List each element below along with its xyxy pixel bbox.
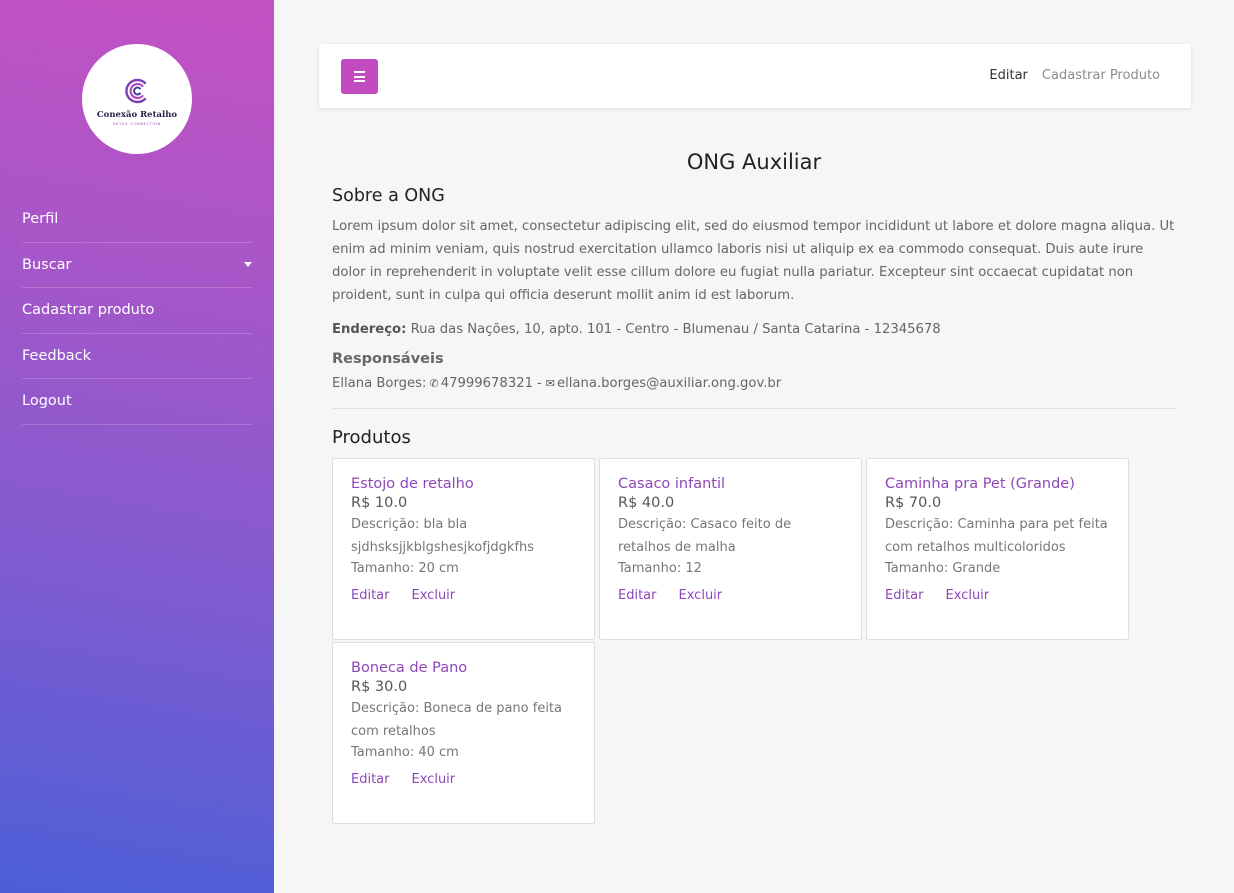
phone-icon: ✆ <box>429 377 439 390</box>
product-size: Tamanho: Grande <box>885 561 1001 576</box>
brand-logo[interactable]: Conexão Retalho RETAIL CONNECTION <box>82 44 192 154</box>
responsible-row: Ellana Borges: ✆ 47999678321 - ✉ ellana.… <box>332 376 1176 391</box>
product-description: Descrição: bla bla sjdhsksjjkblgshesjkof… <box>351 517 535 555</box>
sidebar-item-label: Logout <box>22 393 72 410</box>
product-price: R$ 70.0 <box>885 495 942 511</box>
product-name: Estojo de retalho <box>351 476 474 492</box>
products-title: Produtos <box>332 427 411 448</box>
responsibles-title: Responsáveis <box>332 351 444 367</box>
edit-product-link[interactable]: Editar <box>351 772 390 787</box>
responsible-phone: 47999678321 <box>440 376 533 391</box>
product-name: Casaco infantil <box>618 476 726 492</box>
sidebar-item-label: Cadastrar produto <box>22 302 155 319</box>
sidebar: Conexão Retalho RETAIL CONNECTION Perfil… <box>0 0 274 893</box>
product-size: Tamanho: 20 cm <box>351 561 459 576</box>
product-description: Descrição: Casaco feito de retalhos de m… <box>618 517 792 555</box>
product-card: Estojo de retalho R$ 10.0 Descrição: bla… <box>332 458 595 640</box>
delete-product-link[interactable]: Excluir <box>412 588 456 603</box>
envelope-icon: ✉ <box>545 377 555 390</box>
product-description: Descrição: Boneca de pano feita com reta… <box>351 701 562 739</box>
page-title: ONG Auxiliar <box>686 150 822 174</box>
sidebar-item-buscar[interactable]: Buscar <box>22 243 252 288</box>
product-card: Boneca de Pano R$ 30.0 Descrição: Boneca… <box>332 642 595 824</box>
logo-c-icon <box>125 78 147 103</box>
product-actions: Editar Excluir <box>618 588 843 603</box>
product-price: R$ 30.0 <box>351 679 408 695</box>
sidebar-item-label: Perfil <box>22 211 59 228</box>
address: Endereço: Rua das Nações, 10, apto. 101 … <box>332 322 1176 337</box>
product-description: Descrição: Caminha para pet feita com re… <box>885 517 1108 555</box>
edit-product-link[interactable]: Editar <box>351 588 390 603</box>
sidebar-item-feedback[interactable]: Feedback <box>22 334 252 379</box>
sidebar-item-label: Feedback <box>22 347 92 364</box>
product-actions: Editar Excluir <box>351 588 576 603</box>
product-name: Boneca de Pano <box>351 660 468 676</box>
edit-link[interactable]: Editar <box>989 68 1028 83</box>
product-price: R$ 40.0 <box>618 495 675 511</box>
about-text: Lorem ipsum dolor sit amet, consectetur … <box>332 219 1175 303</box>
delete-product-link[interactable]: Excluir <box>679 588 723 603</box>
product-name: Caminha pra Pet (Grande) <box>885 476 1075 492</box>
separator: - <box>537 376 542 391</box>
hamburger-icon-bar <box>354 80 365 82</box>
hamburger-icon-bar <box>354 75 365 78</box>
responsible-name: Ellana Borges: <box>332 376 427 391</box>
edit-product-link[interactable]: Editar <box>885 588 924 603</box>
address-value: Rua das Nações, 10, apto. 101 - Centro -… <box>410 322 941 337</box>
sidebar-item-logout[interactable]: Logout <box>22 379 252 425</box>
menu-toggle-button[interactable] <box>341 59 378 94</box>
top-links: Editar Cadastrar Produto <box>989 68 1160 83</box>
logo-subtext: RETAIL CONNECTION <box>113 121 161 126</box>
edit-product-link[interactable]: Editar <box>618 588 657 603</box>
delete-product-link[interactable]: Excluir <box>946 588 990 603</box>
logo-text: Conexão Retalho <box>96 109 178 120</box>
divider <box>332 408 1176 409</box>
product-grid: Estojo de retalho R$ 10.0 Descrição: bla… <box>332 458 1176 824</box>
delete-product-link[interactable]: Excluir <box>412 772 456 787</box>
about-title: Sobre a ONG <box>332 186 445 206</box>
product-actions: Editar Excluir <box>351 772 576 787</box>
caret-down-icon <box>244 262 252 268</box>
hamburger-icon <box>354 71 365 73</box>
sidebar-item-cadastrar-produto[interactable]: Cadastrar produto <box>22 288 252 334</box>
product-price: R$ 10.0 <box>351 495 408 511</box>
product-card: Casaco infantil R$ 40.0 Descrição: Casac… <box>599 458 862 640</box>
product-size: Tamanho: 12 <box>618 561 702 576</box>
product-card: Caminha pra Pet (Grande) R$ 70.0 Descriç… <box>866 458 1129 640</box>
main-content: ONG Auxiliar Sobre a ONG Lorem ipsum dol… <box>332 148 1176 824</box>
product-size: Tamanho: 40 cm <box>351 745 459 760</box>
address-label: Endereço: <box>332 322 407 337</box>
sidebar-nav: Perfil Buscar Cadastrar produto Feedback… <box>22 197 252 425</box>
sidebar-item-perfil[interactable]: Perfil <box>22 197 252 243</box>
responsible-email: ellana.borges@auxiliar.ong.gov.br <box>556 376 782 391</box>
top-navbar: Editar Cadastrar Produto <box>319 44 1191 108</box>
register-product-link[interactable]: Cadastrar Produto <box>1042 68 1160 83</box>
product-actions: Editar Excluir <box>885 588 1110 603</box>
sidebar-item-label: Buscar <box>22 256 72 273</box>
